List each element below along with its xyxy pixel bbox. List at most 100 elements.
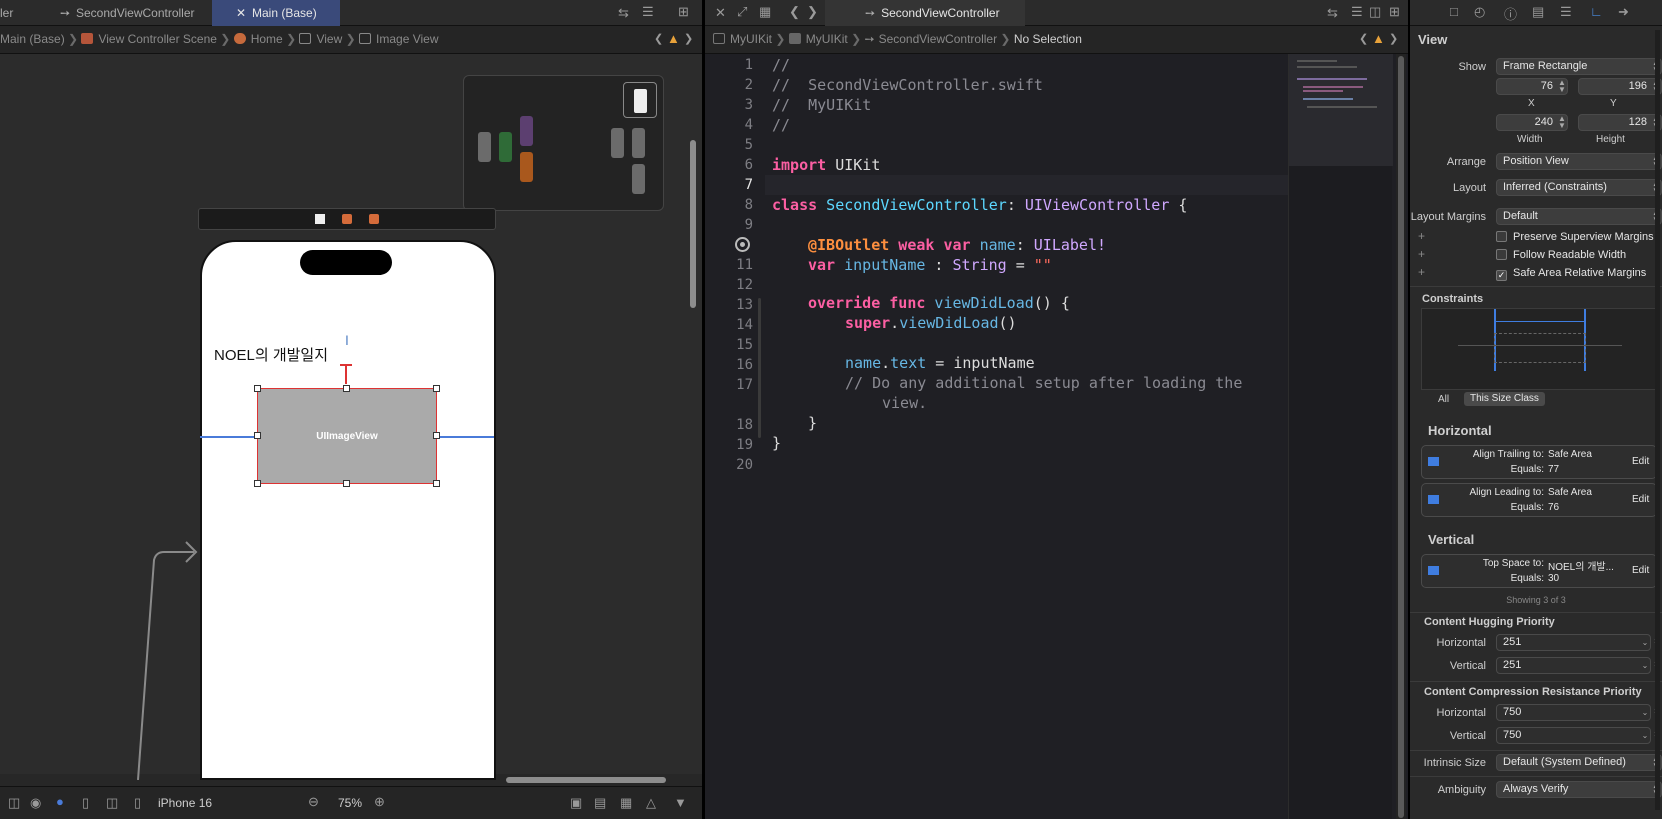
show-select[interactable]: Frame Rectangle▲▼: [1496, 58, 1662, 75]
ambiguity-select[interactable]: Always Verify▲▼: [1496, 781, 1662, 798]
crumb-main[interactable]: Main (Base): [0, 32, 65, 46]
horizontal-scrollbar[interactable]: [506, 777, 666, 783]
resize-handle[interactable]: [254, 385, 261, 392]
resize-handle[interactable]: [343, 385, 350, 392]
file-inspector-icon[interactable]: □: [1450, 4, 1458, 19]
stepper-icon[interactable]: ▲▼: [1557, 115, 1567, 130]
size-class-segment[interactable]: This Size Class: [1464, 392, 1545, 406]
zoom-out-icon[interactable]: ⊖: [308, 794, 319, 810]
y-field[interactable]: 196▲▼: [1578, 78, 1662, 95]
leading-constraint[interactable]: [200, 436, 257, 438]
zoom-in-icon[interactable]: ⊕: [374, 794, 385, 810]
width-field[interactable]: 240 ▲ ▼: [1496, 114, 1568, 131]
tab-second-view-controller-code[interactable]: ➙ SecondViewController: [825, 0, 1025, 26]
resize-handle[interactable]: [433, 385, 440, 392]
add-editor-icon[interactable]: ⊞: [1389, 4, 1400, 20]
view-controller-icon[interactable]: [315, 214, 325, 224]
connections-icon[interactable]: ➜: [1618, 4, 1629, 20]
preserve-margins-checkbox[interactable]: Preserve Superview Margins: [1496, 231, 1654, 243]
safe-area-checkbox[interactable]: ✓ Safe Area Relative Margins: [1496, 267, 1646, 281]
noel-label[interactable]: NOEL의 개발일지: [214, 344, 328, 365]
intrinsic-select[interactable]: Default (System Defined)▲▼: [1496, 754, 1662, 771]
grid-icon[interactable]: ▦: [759, 4, 771, 20]
swap-icon[interactable]: ⇆: [618, 5, 629, 21]
uiimageview[interactable]: UIImageView: [257, 388, 437, 484]
prev-issue-icon[interactable]: ❮: [654, 32, 663, 45]
crumb-folder[interactable]: MyUIKit: [806, 32, 848, 46]
back-icon[interactable]: ❮: [789, 4, 800, 20]
pin-icon[interactable]: ▦: [620, 795, 632, 811]
vertical-scrollbar[interactable]: [690, 140, 696, 308]
layout-select[interactable]: Inferred (Constraints)▲▼: [1496, 179, 1662, 196]
crumb-view[interactable]: View: [316, 32, 342, 46]
lines-icon[interactable]: ☰: [1351, 4, 1363, 20]
constraint-trailing[interactable]: Align Trailing to: Safe Area Equals: 77 …: [1421, 445, 1657, 479]
forward-icon[interactable]: ❯: [807, 4, 818, 20]
edit-button[interactable]: Edit: [1632, 494, 1649, 505]
arrange-select[interactable]: Position View▲▼: [1496, 153, 1662, 170]
mini-viewport[interactable]: [623, 82, 657, 118]
stepper-icon[interactable]: ▲▼: [1557, 79, 1567, 94]
add-trait-icon[interactable]: +: [1418, 247, 1425, 261]
code-text-area[interactable]: // // SecondViewController.swift // MyUI…: [705, 54, 1285, 484]
prev-issue-icon[interactable]: ❮: [1359, 32, 1368, 45]
identity-icon[interactable]: ▤: [1532, 4, 1544, 20]
hug-horizontal-field[interactable]: 251 ⌄: [1496, 634, 1651, 651]
resolve-issues-icon[interactable]: △: [646, 795, 656, 811]
crumb-home[interactable]: Home: [251, 32, 283, 46]
device-selector[interactable]: iPhone 16: [158, 796, 212, 810]
globe-icon[interactable]: ●: [56, 794, 64, 809]
x-field[interactable]: 76 ▲ ▼: [1496, 78, 1568, 95]
constraint-top-space[interactable]: Top Space to: NOEL의 개발... Equals: 30 Edi…: [1421, 554, 1657, 588]
constraint-leading[interactable]: Align Leading to: Safe Area Equals: 76 E…: [1421, 483, 1657, 517]
segue-arrow[interactable]: [130, 540, 200, 780]
exit-icon[interactable]: [369, 214, 379, 224]
tab-view-controller[interactable]: ler: [0, 0, 32, 26]
hug-vertical-field[interactable]: 251 ⌄: [1496, 657, 1651, 674]
history-icon[interactable]: ◴: [1474, 4, 1485, 20]
all-segment[interactable]: All: [1438, 394, 1449, 405]
resize-handle[interactable]: [343, 480, 350, 487]
height-field[interactable]: 128▲▼: [1578, 114, 1662, 131]
edit-button[interactable]: Edit: [1632, 565, 1649, 576]
embed-icon[interactable]: ▼: [674, 795, 687, 810]
split-icon[interactable]: ◫: [1369, 4, 1381, 20]
crumb-image-view[interactable]: Image View: [376, 32, 438, 46]
readable-width-checkbox[interactable]: Follow Readable Width: [1496, 249, 1626, 261]
next-issue-icon[interactable]: ❯: [684, 32, 693, 45]
help-icon[interactable]: ⓘ: [1504, 4, 1517, 23]
add-trait-icon[interactable]: +: [1418, 265, 1425, 279]
resize-handle[interactable]: [433, 432, 440, 439]
resize-handle[interactable]: [433, 480, 440, 487]
lines-icon[interactable]: ☰: [642, 4, 654, 20]
zoom-level[interactable]: 75%: [338, 796, 362, 810]
comp-horizontal-field[interactable]: 750 ⌄: [1496, 704, 1651, 721]
margins-select[interactable]: Default▲▼: [1496, 208, 1662, 225]
crumb-project[interactable]: MyUIKit: [730, 32, 772, 46]
align-icon[interactable]: ▤: [594, 795, 606, 811]
resize-handle[interactable]: [254, 432, 261, 439]
tab-main-storyboard[interactable]: ✕ Main (Base): [212, 0, 340, 26]
crumb-scene[interactable]: View Controller Scene: [98, 32, 217, 46]
canvas-minimap[interactable]: [463, 75, 664, 211]
trailing-constraint[interactable]: [436, 436, 494, 438]
add-trait-icon[interactable]: +: [1418, 229, 1425, 243]
close-icon[interactable]: ✕: [236, 0, 246, 26]
update-frames-icon[interactable]: ▣: [570, 795, 582, 811]
crumb-selection[interactable]: No Selection: [1014, 32, 1082, 46]
warning-icon[interactable]: ▲: [667, 31, 680, 46]
iphone-scene[interactable]: [200, 240, 496, 780]
appearance-icon[interactable]: ◉: [30, 795, 41, 811]
resize-handle[interactable]: [254, 480, 261, 487]
next-issue-icon[interactable]: ❯: [1389, 32, 1398, 45]
top-space-constraint[interactable]: [345, 364, 347, 384]
close-icon[interactable]: ✕: [715, 5, 726, 21]
trait-icon[interactable]: ◫: [106, 795, 118, 811]
first-responder-icon[interactable]: [342, 214, 352, 224]
tab-second-view-controller[interactable]: ➙ SecondViewController: [34, 0, 212, 26]
expand-icon[interactable]: ⤢: [737, 4, 747, 20]
outline-toggle-icon[interactable]: ◫: [8, 795, 20, 811]
add-editor-icon[interactable]: ⊞: [678, 4, 689, 20]
warning-icon[interactable]: ▲: [1372, 31, 1385, 46]
size-inspector-icon[interactable]: ∟: [1590, 4, 1603, 19]
